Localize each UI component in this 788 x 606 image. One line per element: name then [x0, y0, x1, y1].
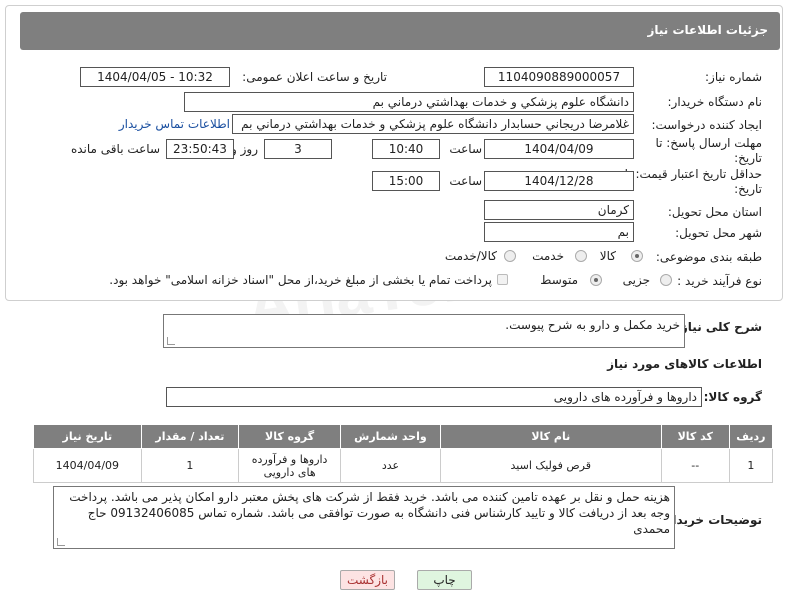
resize-grip-icon[interactable] — [57, 538, 65, 546]
contact-info-link[interactable]: اطلاعات تماس خریدار — [119, 117, 230, 131]
process-medium-radio[interactable] — [590, 274, 602, 286]
col-group-header: گروه کالا — [238, 424, 342, 449]
col-row-header: ردیف — [728, 424, 774, 449]
category-goods-label: کالا — [599, 249, 616, 263]
category-label: طبقه بندی موضوعی: — [655, 250, 762, 264]
city-field: بم — [484, 222, 634, 242]
announce-label: تاریخ و ساعت اعلان عمومی: — [242, 70, 387, 84]
process-label: نوع فرآیند خرید : — [677, 274, 762, 288]
remaining-time-label: ساعت باقی مانده — [70, 142, 160, 156]
deadline-date-field: 1404/04/09 — [484, 139, 634, 159]
description-label: شرح کلی نیاز: — [676, 320, 762, 334]
announce-field: 1404/04/05 - 10:32 — [80, 67, 230, 87]
buyer-notes-text: هزینه حمل و نقل بر عهده تامین کننده می ب… — [69, 490, 670, 536]
category-goods-radio[interactable] — [631, 250, 643, 262]
price-validity-date-field: 1404/12/28 — [484, 171, 634, 191]
buyer-notes-textarea: هزینه حمل و نقل بر عهده تامین کننده می ب… — [53, 486, 675, 549]
price-validity-time-field: 15:00 — [372, 171, 440, 191]
creator-field: غلامرضا دريجاني حسابدار دانشگاه علوم پزش… — [232, 114, 634, 134]
col-qty-header: تعداد / مقدار — [140, 424, 240, 449]
description-text: خرید مکمل و دارو به شرح پیوست. — [505, 318, 680, 332]
category-goods-service-radio[interactable] — [504, 250, 516, 262]
col-date-header: تاریخ نیاز — [33, 424, 142, 449]
buyer-org-field: دانشگاه علوم پزشکي و خدمات بهداشتي درمان… — [184, 92, 634, 112]
col-unit-header: واحد شمارش — [340, 424, 441, 449]
back-button[interactable]: بازگشت — [340, 570, 395, 590]
description-textarea: خرید مکمل و دارو به شرح پیوست. — [163, 314, 685, 348]
need-number-field: 1104090889000057 — [484, 67, 634, 87]
print-button[interactable]: چاپ — [417, 570, 472, 590]
city-label: شهر محل تحویل: — [675, 226, 762, 240]
cell-group: داروها و فرآورده های دارویی — [238, 448, 342, 483]
process-medium-label: متوسط — [540, 273, 578, 287]
days-word: روز و — [231, 142, 258, 156]
days-field: 3 — [264, 139, 332, 159]
remaining-time-field: 23:50:43 — [166, 139, 234, 159]
cell-row: 1 — [728, 448, 774, 483]
process-minor-label: جزیی — [622, 273, 650, 287]
category-goods-service-label: کالا/خدمت — [444, 249, 497, 263]
category-service-radio[interactable] — [575, 250, 587, 262]
creator-label: ایجاد کننده درخواست: — [651, 118, 762, 132]
deadline-label: مهلت ارسال پاسخ: تا تاریخ: — [655, 136, 762, 165]
deadline-time-field: 10:40 — [372, 139, 440, 159]
goods-table: ردیف کد کالا نام کالا واحد شمارش گروه کا… — [33, 424, 774, 483]
buyer-notes-label: توضیحات خریدار: — [660, 513, 762, 527]
goods-section-title: اطلاعات کالاهای مورد نیاز — [607, 357, 762, 371]
need-number-label: شماره نیاز: — [705, 70, 762, 84]
buyer-org-label: نام دستگاه خریدار: — [667, 95, 763, 109]
cell-date: 1404/04/09 — [33, 448, 142, 483]
cell-unit: عدد — [340, 448, 441, 483]
table-row: 1 -- قرص فوليک اسيد عدد داروها و فرآورده… — [33, 448, 774, 483]
treasury-note: پرداخت تمام یا بخشی از مبلغ خرید،از محل … — [109, 273, 492, 287]
province-field: کرمان — [484, 200, 634, 220]
category-service-label: خدمت — [532, 249, 564, 263]
province-label: استان محل تحویل: — [667, 205, 762, 219]
price-validity-label: حداقل تاریخ اعتبار قیمت: تا تاریخ: — [624, 167, 762, 196]
goods-group-label: گروه کالا: — [703, 390, 762, 404]
resize-grip-icon[interactable] — [167, 337, 175, 345]
cell-name: قرص فوليک اسيد — [439, 448, 662, 483]
treasury-checkbox[interactable] — [497, 274, 508, 285]
process-minor-radio[interactable] — [660, 274, 672, 286]
page-title: جزئیات اطلاعات نیاز — [647, 23, 768, 37]
deadline-time-word: ساعت — [449, 142, 482, 156]
cell-code: -- — [660, 448, 730, 483]
goods-group-field: داروها و فرآورده های دارویی — [166, 387, 702, 407]
header-bar: جزئیات اطلاعات نیاز — [20, 12, 780, 50]
col-name-header: نام کالا — [439, 424, 662, 449]
price-validity-time-word: ساعت — [449, 174, 482, 188]
col-code-header: کد کالا — [660, 424, 730, 449]
cell-qty: 1 — [140, 448, 240, 483]
table-header-row: ردیف کد کالا نام کالا واحد شمارش گروه کا… — [33, 424, 774, 449]
